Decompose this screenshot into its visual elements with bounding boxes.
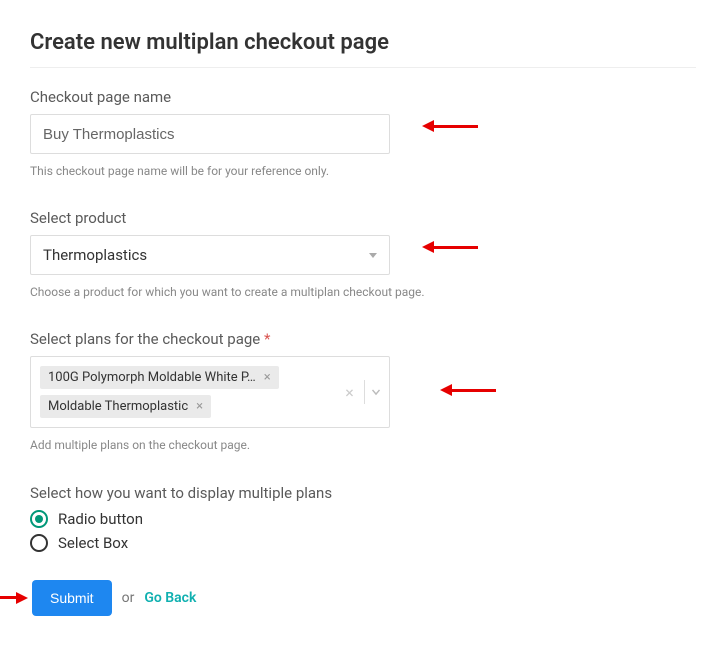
form-actions: Submit or Go Back bbox=[30, 580, 696, 616]
product-select[interactable]: Thermoplastics bbox=[30, 235, 390, 275]
display-label: Select how you want to display multiple … bbox=[30, 484, 696, 502]
radio-label: Radio button bbox=[58, 510, 143, 528]
plans-label-text: Select plans for the checkout page bbox=[30, 330, 260, 348]
field-display: Select how you want to display multiple … bbox=[30, 484, 696, 552]
or-text: or bbox=[122, 590, 135, 606]
plans-multiselect[interactable]: 100G Polymorph Moldable White P… × Molda… bbox=[30, 356, 390, 428]
field-checkout-name: Checkout page name This checkout page na… bbox=[30, 88, 696, 181]
radio-option-select-box[interactable]: Select Box bbox=[30, 534, 696, 552]
annotation-arrow-icon bbox=[422, 120, 478, 132]
required-mark: * bbox=[264, 330, 270, 348]
radio-option-radio-button[interactable]: Radio button bbox=[30, 510, 696, 528]
radio-label: Select Box bbox=[58, 534, 128, 552]
page-title: Create new multiplan checkout page bbox=[30, 30, 696, 55]
checkout-name-input[interactable] bbox=[30, 114, 390, 154]
plans-label: Select plans for the checkout page * bbox=[30, 330, 696, 348]
chevron-down-icon[interactable] bbox=[369, 385, 383, 399]
field-product: Select product Thermoplastics Choose a p… bbox=[30, 209, 696, 302]
multiselect-controls: × bbox=[333, 357, 389, 427]
product-label: Select product bbox=[30, 209, 696, 227]
product-selected-value: Thermoplastics bbox=[43, 246, 369, 264]
product-helper: Choose a product for which you want to c… bbox=[30, 283, 450, 302]
caret-down-icon bbox=[369, 253, 377, 258]
checkout-name-helper: This checkout page name will be for your… bbox=[30, 162, 450, 181]
chip-remove-icon[interactable]: × bbox=[196, 399, 203, 414]
radio-icon bbox=[30, 534, 48, 552]
plans-chip-container: 100G Polymorph Moldable White P… × Molda… bbox=[31, 357, 333, 427]
separator bbox=[364, 380, 365, 404]
plans-helper: Add multiple plans on the checkout page. bbox=[30, 436, 450, 455]
checkout-name-label: Checkout page name bbox=[30, 88, 696, 106]
go-back-link[interactable]: Go Back bbox=[144, 590, 196, 606]
radio-icon bbox=[30, 510, 48, 528]
field-plans: Select plans for the checkout page * 100… bbox=[30, 330, 696, 455]
plan-chip: 100G Polymorph Moldable White P… × bbox=[40, 366, 279, 389]
annotation-arrow-icon bbox=[0, 592, 28, 604]
clear-all-icon[interactable]: × bbox=[339, 383, 360, 402]
plan-chip: Moldable Thermoplastic × bbox=[40, 395, 211, 418]
chip-remove-icon[interactable]: × bbox=[264, 370, 271, 385]
plan-chip-label: Moldable Thermoplastic bbox=[48, 399, 188, 414]
submit-button[interactable]: Submit bbox=[32, 580, 112, 616]
annotation-arrow-icon bbox=[440, 384, 496, 396]
display-radio-group: Radio button Select Box bbox=[30, 510, 696, 552]
plan-chip-label: 100G Polymorph Moldable White P… bbox=[48, 370, 256, 385]
divider bbox=[30, 67, 696, 68]
annotation-arrow-icon bbox=[422, 241, 478, 253]
